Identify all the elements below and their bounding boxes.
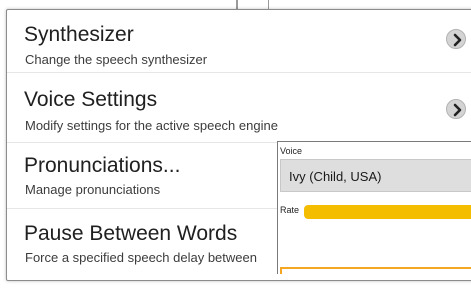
- chevron-right-icon[interactable]: [446, 99, 466, 119]
- settings-item-subtitle: Manage pronunciations: [25, 182, 161, 197]
- rate-slider-fill: [304, 205, 471, 219]
- settings-item-synthesizer[interactable]: Synthesizer Change the speech synthesize…: [7, 10, 471, 73]
- settings-item-subtitle: Modify settings for the active speech en…: [25, 118, 278, 133]
- background-divider-vertical: [236, 0, 238, 9]
- voice-select-value: Ivy (Child, USA): [289, 169, 382, 184]
- settings-item-subtitle: Force a specified speech delay between: [25, 250, 257, 265]
- settings-item-title: Synthesizer: [24, 23, 134, 46]
- settings-item-title: Pause Between Words: [24, 222, 238, 245]
- settings-item-title: Pronunciations...: [24, 154, 181, 177]
- voice-select[interactable]: Ivy (Child, USA): [280, 159, 471, 192]
- rate-label: Rate: [280, 205, 300, 215]
- settings-item-subtitle: Change the speech synthesizer: [25, 52, 208, 67]
- chevron-right-icon[interactable]: [446, 29, 466, 49]
- rate-slider[interactable]: [304, 205, 471, 219]
- settings-item-title: Voice Settings: [24, 88, 158, 111]
- voice-settings-panel: Voice Ivy (Child, USA) Rate: [277, 141, 471, 274]
- voice-label: Voice: [280, 146, 303, 156]
- settings-item-voice-settings[interactable]: Voice Settings Modify settings for the a…: [7, 72, 471, 143]
- background-divider-vertical: [268, 0, 269, 9]
